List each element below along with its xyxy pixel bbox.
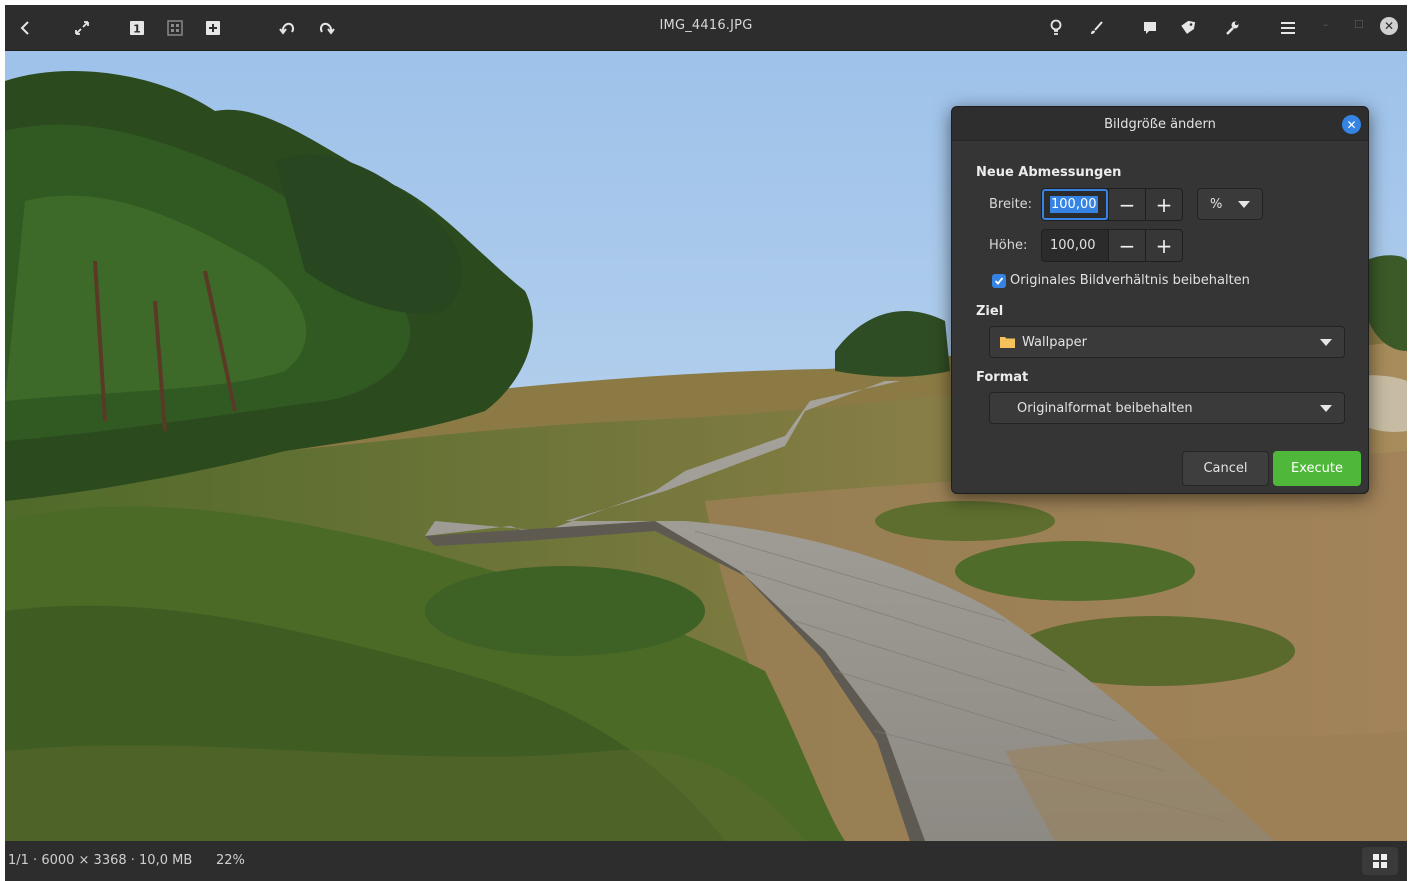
chevron-down-icon <box>1238 201 1250 208</box>
height-spinner: 100,00 − + <box>1041 229 1183 262</box>
window-close-icon[interactable]: ✕ <box>1380 17 1398 35</box>
target-value: Wallpaper <box>1022 334 1088 350</box>
image-info: 1/1 · 6000 × 3368 · 10,0 MB <box>8 853 193 868</box>
format-value: Originalformat beibehalten <box>1017 400 1193 416</box>
dimensions-section-label: Neue Abmessungen <box>976 165 1122 180</box>
resize-dialog: Bildgröße ändern ✕ Neue Abmessungen Brei… <box>951 106 1369 494</box>
chevron-down-icon <box>1320 405 1332 412</box>
width-decrease-button[interactable]: − <box>1108 189 1145 220</box>
maximize-icon[interactable]: ☐ <box>1354 18 1364 31</box>
format-select[interactable]: Originalformat beibehalten <box>989 392 1345 424</box>
height-decrease-button[interactable]: − <box>1108 230 1145 261</box>
dialog-header: Bildgröße ändern ✕ <box>952 107 1368 141</box>
lightbulb-icon[interactable] <box>1041 13 1071 43</box>
grid-icon <box>1373 854 1387 868</box>
folder-icon <box>1000 337 1015 348</box>
keep-ratio-label[interactable]: Originales Bildverhältnis beibehalten <box>1010 273 1250 288</box>
execute-button[interactable]: Execute <box>1273 451 1361 486</box>
dialog-title: Bildgröße ändern <box>1104 117 1216 132</box>
header-bar: 1 IMG_4416.JPG – ☐ ✕ <box>5 5 1407 51</box>
minimize-icon[interactable]: – <box>1323 18 1329 31</box>
keep-ratio-checkbox[interactable] <box>992 274 1006 288</box>
brush-icon[interactable] <box>1081 13 1111 43</box>
width-label: Breite: <box>989 197 1033 212</box>
height-increase-button[interactable]: + <box>1145 230 1182 261</box>
wrench-icon[interactable] <box>1217 13 1247 43</box>
height-input[interactable]: 100,00 <box>1042 230 1108 261</box>
comment-icon[interactable] <box>1135 13 1165 43</box>
target-select[interactable]: Wallpaper <box>989 326 1345 358</box>
unit-value: % <box>1210 196 1223 212</box>
tag-icon[interactable] <box>1173 13 1203 43</box>
format-section-label: Format <box>976 370 1029 385</box>
width-increase-button[interactable]: + <box>1145 189 1182 220</box>
status-bar: 1/1 · 6000 × 3368 · 10,0 MB 22% <box>5 841 1407 881</box>
cancel-button[interactable]: Cancel <box>1182 451 1269 486</box>
width-spinner: 100,00 − + <box>1041 188 1183 221</box>
checkmark-icon <box>994 277 1004 285</box>
unit-select[interactable]: % <box>1197 188 1263 220</box>
target-section-label: Ziel <box>976 304 1004 319</box>
gallery-grid-button[interactable] <box>1362 847 1398 875</box>
chevron-down-icon <box>1320 339 1332 346</box>
height-label: Höhe: <box>989 238 1028 253</box>
width-input[interactable]: 100,00 <box>1042 189 1108 220</box>
zoom-level[interactable]: 22% <box>216 853 245 868</box>
menu-icon[interactable] <box>1273 13 1303 43</box>
dialog-close-icon[interactable]: ✕ <box>1342 115 1361 134</box>
image-viewer-window: 1 IMG_4416.JPG – ☐ ✕ 1/1 · 6000 × 3368 ·… <box>5 5 1407 881</box>
